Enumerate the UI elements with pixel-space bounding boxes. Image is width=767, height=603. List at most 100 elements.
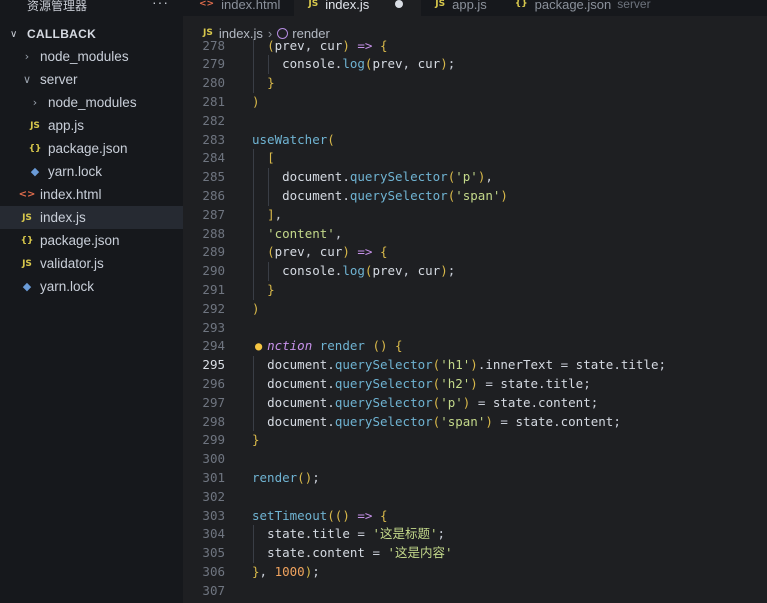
chevron-right-icon: › (24, 50, 30, 63)
tab-index-html[interactable]: <> index.html (183, 0, 294, 16)
tree-item-index-js[interactable]: JS index.js (0, 206, 183, 229)
code-line[interactable]: 286 document.querySelector('span') (183, 187, 767, 206)
line-number: 294 (202, 338, 225, 354)
indent-guide (268, 262, 269, 281)
code-line[interactable]: 284 [ (183, 149, 767, 168)
line-number: 303 (202, 507, 225, 523)
code-line[interactable]: 304 state.title = '这是标题'; (183, 525, 767, 544)
code-line[interactable]: 289 (prev, cur) => { (183, 243, 767, 262)
tree-item-yarn-lock[interactable]: ◆ yarn.lock (0, 275, 183, 298)
code-text: ) (252, 93, 260, 109)
tree-item-label: validator.js (40, 256, 104, 271)
code-editor[interactable]: 278 (prev, cur) => {279 console.log(prev… (183, 40, 767, 603)
tree-item-package-json[interactable]: {} package.json (0, 137, 183, 160)
code-text: useWatcher( (252, 131, 335, 147)
line-number: 282 (202, 112, 225, 128)
js-file-icon: JS (308, 0, 319, 9)
line-number: 293 (202, 319, 225, 335)
js-file-icon: JS (22, 258, 32, 269)
chevron-right-icon: › (32, 96, 38, 109)
code-line[interactable]: 288 'content', (183, 225, 767, 244)
code-line[interactable]: 305 state.content = '这是内容' (183, 544, 767, 563)
tree-item-label: app.js (48, 118, 85, 133)
more-actions-icon[interactable]: ··· (152, 0, 169, 10)
line-number: 295 (202, 357, 225, 373)
explorer-header: 资源管理器 ··· (0, 0, 183, 14)
code-line[interactable]: 306}, 1000); (183, 563, 767, 582)
code-text: ) (252, 300, 260, 316)
code-line[interactable]: 298 document.querySelector('span') = sta… (183, 413, 767, 432)
code-text: (prev, cur) => { (267, 244, 388, 260)
breadcrumb-file[interactable]: index.js (219, 26, 263, 41)
tree-item-index-html[interactable]: <> index.html (0, 183, 183, 206)
line-number: 288 (202, 225, 225, 241)
code-line[interactable]: 290 console.log(prev, cur); (183, 262, 767, 281)
tree-item-server[interactable]: ∨ server (0, 68, 183, 91)
tab-app-js[interactable]: JS app.js (421, 0, 501, 16)
code-text: setTimeout(() => { (252, 507, 388, 523)
code-line[interactable]: 292) (183, 300, 767, 319)
json-file-icon: {} (28, 143, 42, 154)
tree-item-label: package.json (48, 141, 128, 156)
code-line[interactable]: 291 } (183, 281, 767, 300)
lightbulb-icon[interactable]: ● (255, 337, 262, 356)
tree-item-node-modules[interactable]: › node_modules (0, 45, 183, 68)
code-text: document.querySelector('p'), (282, 169, 493, 185)
code-line[interactable]: 302 (183, 488, 767, 507)
line-number: 298 (202, 413, 225, 429)
line-number: 291 (202, 281, 225, 297)
tree-item-validator-js[interactable]: JS validator.js (0, 252, 183, 275)
code-line[interactable]: 307 (183, 582, 767, 601)
tree-item-label: node_modules (48, 95, 137, 110)
code-line[interactable]: 280 } (183, 74, 767, 93)
code-line[interactable]: 295 document.querySelector('h1').innerTe… (183, 356, 767, 375)
line-number: 301 (202, 469, 225, 485)
json-file-icon: {} (20, 235, 34, 246)
tab-label: index.js (325, 0, 370, 12)
unsaved-dot-icon[interactable] (395, 0, 404, 8)
indent-guide (253, 40, 254, 93)
code-line[interactable]: 285 document.querySelector('p'), (183, 168, 767, 187)
line-number: 281 (202, 93, 225, 109)
tab-description: server (617, 0, 651, 11)
tree-item-package-json[interactable]: {} package.json (0, 229, 183, 252)
code-line[interactable]: 293 (183, 319, 767, 338)
code-text: 'content', (267, 225, 343, 241)
tree-item-label: index.html (40, 187, 102, 202)
line-number: 283 (202, 131, 225, 147)
code-text: render(); (252, 469, 320, 485)
line-number: 296 (202, 375, 225, 391)
tab-package-json[interactable]: {} package.json server (501, 0, 665, 16)
js-file-icon: JS (30, 120, 40, 131)
indent-guide (253, 149, 254, 300)
tree-item-node-modules[interactable]: › node_modules (0, 91, 183, 114)
tab-index-js[interactable]: JS index.js (294, 0, 422, 16)
code-line[interactable]: 278 (prev, cur) => { (183, 40, 767, 55)
chevron-down-icon: ∨ (10, 28, 18, 40)
code-line[interactable]: 303 setTimeout(() => { (183, 507, 767, 526)
line-number: 297 (202, 394, 225, 410)
line-number: 306 (202, 563, 225, 579)
code-text: document.querySelector('span') = state.c… (267, 413, 621, 429)
folder-section-header[interactable]: ∨ CALLBACK (0, 24, 183, 44)
line-number: 279 (202, 56, 225, 72)
code-line[interactable]: 282 (183, 112, 767, 131)
code-line[interactable]: 279 console.log(prev, cur); (183, 55, 767, 74)
tab-label: index.html (221, 0, 281, 12)
code-line[interactable]: 287 ], (183, 206, 767, 225)
code-line[interactable]: 294 nction render () {● (183, 337, 767, 356)
code-line[interactable]: 299} (183, 431, 767, 450)
breadcrumb-symbol[interactable]: render (292, 26, 330, 41)
line-number: 307 (202, 582, 225, 598)
code-line[interactable]: 300 (183, 450, 767, 469)
code-text: } (252, 432, 260, 448)
folder-name: CALLBACK (27, 27, 97, 41)
code-line[interactable]: 297 document.querySelector('p') = state.… (183, 394, 767, 413)
tree-item-app-js[interactable]: JS app.js (0, 114, 183, 137)
code-line[interactable]: 296 document.querySelector('h2') = state… (183, 375, 767, 394)
tree-item-yarn-lock[interactable]: ◆ yarn.lock (0, 160, 183, 183)
code-line[interactable]: 301 render(); (183, 469, 767, 488)
code-line[interactable]: 283 useWatcher( (183, 131, 767, 150)
code-line[interactable]: 281) (183, 93, 767, 112)
tree-item-label: index.js (40, 210, 86, 225)
